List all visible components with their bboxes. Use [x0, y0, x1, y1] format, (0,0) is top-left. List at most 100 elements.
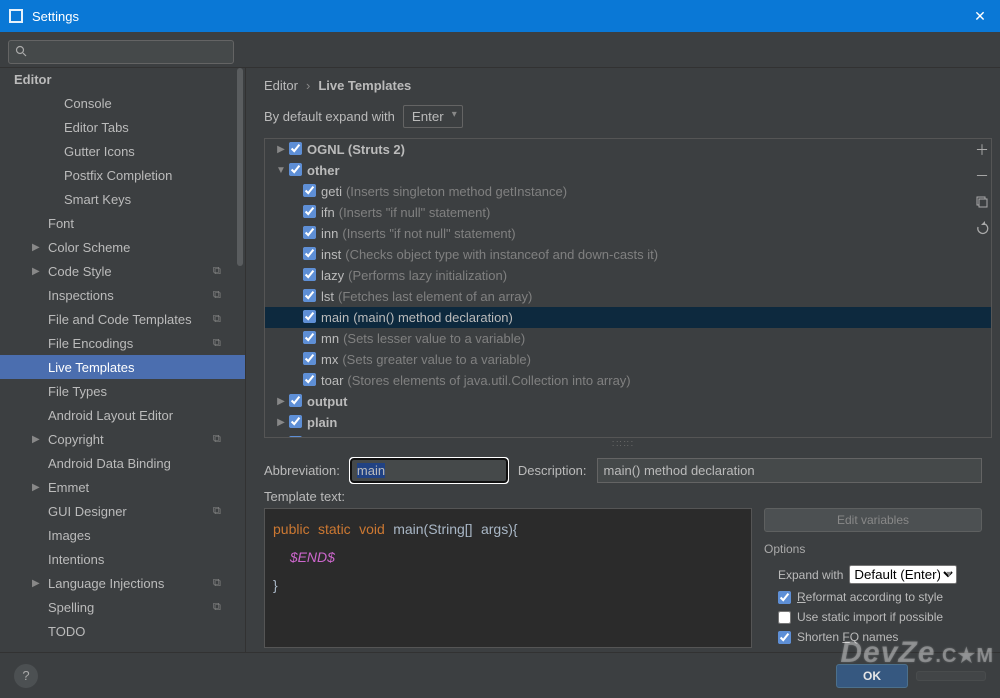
sidebar-item-language-injections[interactable]: ▶Language Injections⧉ — [0, 571, 245, 595]
template-item-mx[interactable]: mx(Sets greater value to a variable) — [265, 349, 991, 370]
expand-arrow-icon: ▶ — [273, 144, 289, 155]
item-name: toar — [321, 373, 343, 388]
cancel-button[interactable] — [916, 671, 986, 681]
sidebar-item-file-and-code-templates[interactable]: File and Code Templates⧉ — [0, 307, 245, 331]
enable-checkbox[interactable] — [303, 373, 316, 386]
sidebar-item-emmet[interactable]: ▶Emmet — [0, 475, 245, 499]
default-expand-select[interactable]: Enter — [403, 105, 463, 128]
sidebar-item-postfix-completion[interactable]: Postfix Completion — [0, 163, 245, 187]
expand-with-label: Expand with — [778, 568, 843, 582]
enable-checkbox[interactable] — [289, 415, 302, 428]
copy-template-icon[interactable] — [972, 192, 992, 212]
shorten-fq-checkbox[interactable] — [778, 631, 791, 644]
sidebar-item-gui-designer[interactable]: GUI Designer⧉ — [0, 499, 245, 523]
sidebar-item-todo[interactable]: TODO — [0, 619, 245, 643]
sidebar-item-intentions[interactable]: Intentions — [0, 547, 245, 571]
expand-with-select[interactable]: Default (Enter) — [849, 565, 957, 584]
enable-checkbox[interactable] — [303, 289, 316, 302]
sidebar-item-file-encodings[interactable]: File Encodings⧉ — [0, 331, 245, 355]
panel-resizer[interactable]: ∷∷∷ — [246, 438, 1000, 446]
dialog-footer: ? OK — [0, 652, 1000, 698]
project-scope-icon: ⧉ — [213, 265, 225, 277]
template-item-geti[interactable]: geti(Inserts singleton method getInstanc… — [265, 181, 991, 202]
enable-checkbox[interactable] — [303, 205, 316, 218]
sidebar-item-spelling[interactable]: Spelling⧉ — [0, 595, 245, 619]
static-import-checkbox[interactable] — [778, 611, 791, 624]
settings-sidebar[interactable]: Editor Console Editor Tabs Gutter IconsPos… — [0, 68, 246, 662]
sidebar-item-gutter-icons[interactable]: Gutter Icons — [0, 139, 245, 163]
help-button[interactable]: ? — [14, 664, 38, 688]
sidebar-item-inspections[interactable]: Inspections⧉ — [0, 283, 245, 307]
breadcrumb-sep-icon: › — [306, 78, 310, 93]
template-group-plain[interactable]: ▶plain — [265, 412, 991, 433]
item-description: (Inserts singleton method getInstance) — [346, 184, 567, 199]
breadcrumb-current: Live Templates — [318, 78, 411, 93]
collapse-arrow-icon: ▼ — [273, 165, 289, 176]
app-icon — [8, 8, 24, 24]
sidebar-item-editor-tabs[interactable]: Editor Tabs — [0, 115, 245, 139]
enable-checkbox[interactable] — [289, 394, 302, 407]
edit-variables-button[interactable]: Edit variables — [764, 508, 982, 532]
enable-checkbox[interactable] — [303, 268, 316, 281]
enable-checkbox[interactable] — [303, 247, 316, 260]
sidebar-item-images[interactable]: Images — [0, 523, 245, 547]
template-group-other[interactable]: ▼other — [265, 160, 991, 181]
abbreviation-input[interactable] — [350, 458, 508, 483]
search-input[interactable] — [31, 45, 227, 59]
template-item-inst[interactable]: inst(Checks object type with instanceof … — [265, 244, 991, 265]
template-group-output[interactable]: ▶output — [265, 391, 991, 412]
close-icon[interactable]: ✕ — [968, 8, 992, 25]
enable-checkbox[interactable] — [303, 310, 316, 323]
reformat-label: Reformat according to style — [797, 590, 943, 604]
sidebar-item-code-style[interactable]: ▶Code Style⧉ — [0, 259, 245, 283]
add-template-icon[interactable]: ＋ — [972, 140, 992, 160]
item-name: inst — [321, 247, 341, 262]
item-description: (Fetches last element of an array) — [338, 289, 532, 304]
sidebar-item-console[interactable]: Console — [0, 91, 245, 115]
sidebar-item-label: Inspections — [48, 288, 114, 303]
template-group-ognl-struts-2-[interactable]: ▶OGNL (Struts 2) — [265, 139, 991, 160]
sidebar-item-color-scheme[interactable]: ▶Color Scheme — [0, 235, 245, 259]
sidebar-item-label: Live Templates — [48, 360, 134, 375]
reformat-checkbox[interactable] — [778, 591, 791, 604]
sidebar-item-font[interactable]: Font — [0, 211, 245, 235]
sidebar-item-android-layout-editor[interactable]: Android Layout Editor — [0, 403, 245, 427]
templates-tree[interactable]: ▶OGNL (Struts 2)▼othergeti(Inserts singl… — [264, 138, 992, 438]
sidebar-item-android-data-binding[interactable]: Android Data Binding — [0, 451, 245, 475]
template-item-main[interactable]: main(main() method declaration) — [265, 307, 991, 328]
remove-template-icon[interactable]: － — [972, 166, 992, 186]
sidebar-group-editor: Editor — [0, 68, 245, 91]
enable-checkbox[interactable] — [289, 163, 302, 176]
ok-button[interactable]: OK — [836, 664, 908, 688]
template-item-toar[interactable]: toar(Stores elements of java.util.Collec… — [265, 370, 991, 391]
template-item-ifn[interactable]: ifn(Inserts "if null" statement) — [265, 202, 991, 223]
template-item-mn[interactable]: mn(Sets lesser value to a variable) — [265, 328, 991, 349]
template-text-editor[interactable]: public static void main(String[] args){ … — [264, 508, 752, 648]
sidebar-item-live-templates[interactable]: Live Templates — [0, 355, 245, 379]
breadcrumb-parent[interactable]: Editor — [264, 78, 298, 93]
template-group-react[interactable]: ▶React — [265, 433, 991, 438]
template-item-lst[interactable]: lst(Fetches last element of an array) — [265, 286, 991, 307]
project-scope-icon: ⧉ — [213, 601, 225, 613]
item-description: (main() method declaration) — [353, 310, 513, 325]
enable-checkbox[interactable] — [289, 436, 302, 439]
template-item-inn[interactable]: inn(Inserts "if not null" statement) — [265, 223, 991, 244]
sidebar-item-label: TODO — [48, 624, 85, 639]
enable-checkbox[interactable] — [303, 331, 316, 344]
search-box[interactable] — [8, 40, 234, 64]
sidebar-item-copyright[interactable]: ▶Copyright⧉ — [0, 427, 245, 451]
sidebar-item-label: Console — [64, 96, 112, 111]
sidebar-item-smart-keys[interactable]: Smart Keys — [0, 187, 245, 211]
enable-checkbox[interactable] — [289, 142, 302, 155]
sidebar-item-file-types[interactable]: File Types — [0, 379, 245, 403]
enable-checkbox[interactable] — [303, 352, 316, 365]
project-scope-icon: ⧉ — [213, 337, 225, 349]
sidebar-scrollbar[interactable] — [235, 68, 245, 662]
enable-checkbox[interactable] — [303, 226, 316, 239]
template-item-lazy[interactable]: lazy(Performs lazy initialization) — [265, 265, 991, 286]
project-scope-icon: ⧉ — [213, 505, 225, 517]
revert-template-icon[interactable] — [972, 218, 992, 238]
sidebar-item-label: Editor Tabs — [64, 120, 129, 135]
description-input[interactable] — [597, 458, 982, 483]
enable-checkbox[interactable] — [303, 184, 316, 197]
